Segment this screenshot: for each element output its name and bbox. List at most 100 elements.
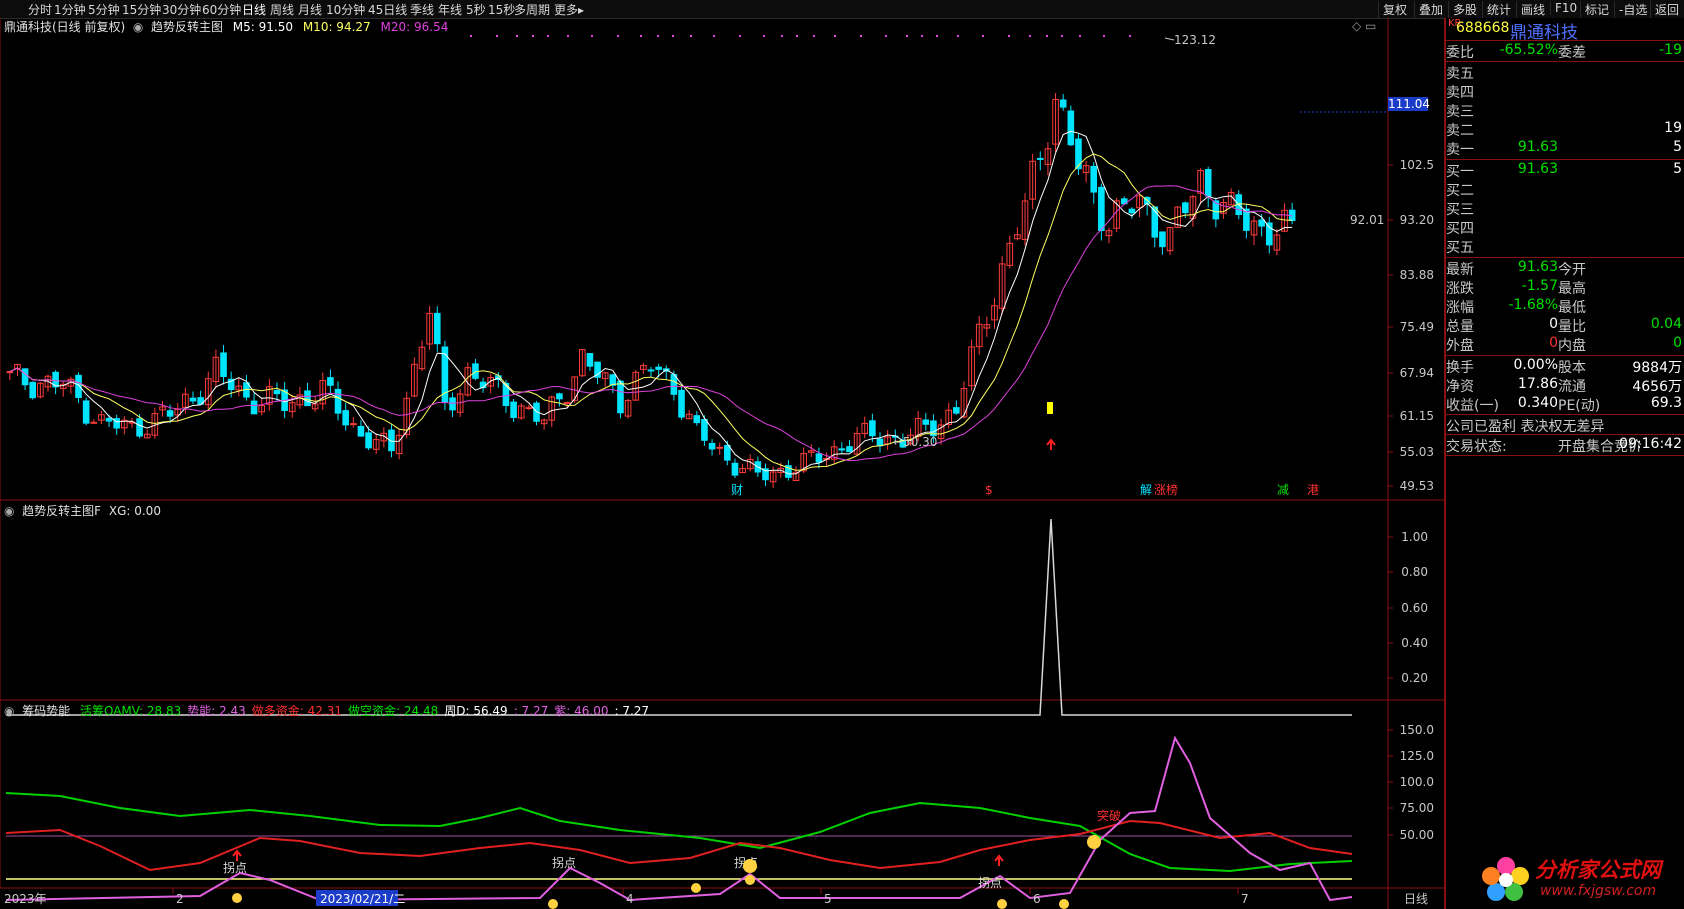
watermark: 分析家公式网 www.fxjgsw.com (1480, 850, 1684, 909)
quote-row: 买四 (1446, 218, 1684, 237)
signal-dot (532, 35, 534, 37)
signal-dot (713, 35, 715, 37)
period-tab[interactable]: 45日线 (368, 1, 407, 18)
sub1-title[interactable]: 趋势反转主图F (22, 504, 101, 518)
sub2-tick-label: 150.0 (1400, 723, 1434, 737)
formula-name[interactable]: 趋势反转主图 (151, 20, 223, 34)
fin-value: 69.3 (1650, 395, 1682, 411)
price-tick-label: 49.53 (1400, 479, 1434, 493)
event-marker: 港 (1307, 483, 1319, 497)
quote-value: 0 (1549, 316, 1558, 332)
x-axis-label: 4 (626, 892, 634, 906)
ask-label: 卖三 (1446, 104, 1474, 120)
candle-body (1159, 231, 1166, 248)
period-tab[interactable]: 5分钟 (88, 1, 120, 18)
toolbar-button[interactable]: 标记 (1580, 1, 1609, 18)
period-tab[interactable]: 周线 (270, 1, 294, 18)
quote-label: 最高 (1558, 281, 1586, 297)
period-tab[interactable]: 年线 (438, 1, 462, 18)
candle-body (189, 397, 197, 402)
period-tab[interactable]: 5秒 (466, 1, 486, 18)
candle-body (1182, 202, 1189, 214)
period-tab[interactable]: 1分钟 (54, 1, 86, 18)
sub2-title[interactable]: 筹码势能 (22, 704, 70, 718)
period-tab[interactable]: 多周期 (514, 1, 550, 18)
sub1-tick-label: 1.00 (1401, 530, 1428, 544)
chart-canvas[interactable]: 102.5 93.20 83.88 75.49 67.94 61.15 55.03 49.53… (0, 18, 1444, 909)
price-tick-label: 75.49 (1400, 320, 1434, 334)
hand-pointer-icon (997, 899, 1007, 909)
signal-dot (1046, 35, 1048, 37)
period-tab[interactable]: 分时 (28, 1, 52, 18)
toolbar-button[interactable]: 画线 (1516, 1, 1545, 18)
toolbar-button[interactable]: F10 (1550, 1, 1577, 15)
signal-dot (1129, 35, 1131, 37)
fin-value: 0.00% (1513, 357, 1558, 373)
signal-dot (763, 35, 765, 37)
candle-body (716, 446, 723, 449)
indicator-value: : 7.27 (614, 704, 650, 718)
candle-body (693, 415, 701, 424)
indicator-value: 活筹OAMV: 28.83 (79, 704, 182, 718)
period-tab[interactable]: 季线 (410, 1, 434, 18)
quote-row: 卖四 (1446, 82, 1684, 101)
signal-dot (834, 35, 836, 37)
candle-body (876, 438, 884, 447)
toolbar-button[interactable]: 复权 (1378, 1, 1407, 18)
quote-row: 最新 91.63 今开 (1446, 259, 1684, 278)
period-tab[interactable]: 30分钟 (162, 1, 201, 18)
quote-row: 卖三 (1446, 101, 1684, 120)
sub2-header: ◉ 筹码势能 活筹OAMV: 28.83 势能: 2.43 做多资金: 42.31 做… (4, 702, 649, 719)
chart-tools-icons[interactable]: ◇ ▭ (1352, 19, 1376, 33)
formula-icon[interactable]: ◉ (129, 20, 147, 34)
sub1-icon[interactable]: ◉ (4, 504, 18, 518)
ask-vol: 5 (1673, 139, 1682, 155)
candle-body (327, 377, 334, 386)
period-tab[interactable]: 15分钟 (122, 1, 161, 18)
toolbar-button[interactable]: 多股 (1448, 1, 1477, 18)
period-tab[interactable]: 10分钟 (326, 1, 365, 18)
indicator-value: 势能: 2.43 (187, 704, 246, 718)
toolbar-button[interactable]: -自选 (1614, 1, 1647, 18)
sub1-header: ◉ 趋势反转主图F XG: 0.00 (4, 502, 161, 519)
x-axis-label: 2 (176, 892, 184, 906)
quote-row: 卖一 91.63 5 (1446, 139, 1684, 158)
bid-label: 买二 (1446, 183, 1474, 199)
toolbar-button[interactable]: 返回 (1650, 1, 1679, 18)
quote-row: 交易状态: 开盘集合竞价 09:16:42 (1446, 436, 1684, 455)
sub1-tick-label: 0.40 (1401, 636, 1428, 650)
quote-row: 买一 91.63 5 (1446, 161, 1684, 180)
x-axis-label: 5 (824, 892, 832, 906)
price-tick-label: 67.94 (1400, 366, 1434, 380)
period-tab[interactable]: 月线 (298, 1, 322, 18)
ask-label: 卖四 (1446, 85, 1474, 101)
ma5-line (9, 130, 1293, 475)
highlight-candle (1047, 402, 1053, 414)
signal-dot (657, 35, 659, 37)
stock-title: 鼎通科技(日线 前复权) (4, 20, 126, 34)
signal-dot (860, 35, 862, 37)
bid-vol: 5 (1673, 161, 1682, 177)
quote-row: 委比 -65.52% 委差 -19 (1446, 42, 1684, 61)
candle-body (342, 410, 349, 426)
period-label: 日线 (1404, 892, 1428, 906)
fin-value: 4656万 (1632, 379, 1682, 395)
candle-body (1128, 208, 1136, 214)
toolbar-button[interactable]: 叠加 (1414, 1, 1443, 18)
sub2-icon[interactable]: ◉ (4, 704, 18, 718)
price-tag: 111.04 (1388, 97, 1430, 111)
candle-body (953, 407, 960, 414)
period-tab[interactable]: 60分钟 (202, 1, 241, 18)
fin-label: 换手 (1446, 360, 1474, 376)
quote-row: 净资 17.86 流通 4656万 (1446, 376, 1684, 395)
candle-body (724, 444, 731, 461)
period-tab[interactable]: 日线 (242, 1, 266, 18)
ask-label: 卖一 (1446, 142, 1474, 158)
period-tab[interactable]: 15秒 (488, 1, 515, 18)
toolbar-button[interactable]: 统计 (1482, 1, 1511, 18)
signal-dot (813, 35, 815, 37)
weibi-value: -65.52% (1499, 42, 1558, 58)
chart-area[interactable]: 102.5 93.20 83.88 75.49 67.94 61.15 55.03 49.53… (0, 18, 1444, 909)
quote-row: 收益(一) 0.340 PE(动) 69.3 (1446, 395, 1684, 414)
period-tab[interactable]: 更多▸ (554, 1, 584, 18)
